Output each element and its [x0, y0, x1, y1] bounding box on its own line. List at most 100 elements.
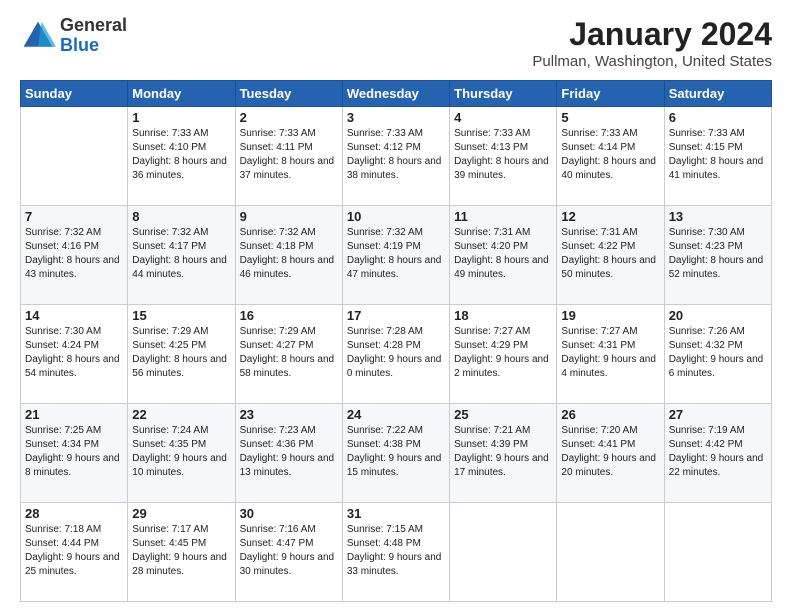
table-row: 31 Sunrise: 7:15 AMSunset: 4:48 PMDayligh… — [342, 503, 449, 602]
day-number: 3 — [347, 110, 445, 125]
logo-text: General Blue — [60, 16, 127, 56]
table-row: 9 Sunrise: 7:32 AMSunset: 4:18 PMDaylight… — [235, 206, 342, 305]
day-number: 28 — [25, 506, 123, 521]
day-number: 24 — [347, 407, 445, 422]
day-number: 9 — [240, 209, 338, 224]
col-sunday: Sunday — [21, 81, 128, 107]
calendar-week-row: 21 Sunrise: 7:25 AMSunset: 4:34 PMDayligh… — [21, 404, 772, 503]
col-saturday: Saturday — [664, 81, 771, 107]
title-area: January 2024 Pullman, Washington, United… — [532, 16, 772, 70]
day-number: 19 — [561, 308, 659, 323]
table-row: 14 Sunrise: 7:30 AMSunset: 4:24 PMDayligh… — [21, 305, 128, 404]
calendar-week-row: 1Sunrise: 7:33 AMSunset: 4:10 PMDaylight… — [21, 107, 772, 206]
table-row: 16 Sunrise: 7:29 AMSunset: 4:27 PMDayligh… — [235, 305, 342, 404]
day-number: 27 — [669, 407, 767, 422]
col-friday: Friday — [557, 81, 664, 107]
day-number: 11 — [454, 209, 552, 224]
table-row: 21 Sunrise: 7:25 AMSunset: 4:34 PMDayligh… — [21, 404, 128, 503]
table-row: 26Sunrise: 7:20 AMSunset: 4:41 PMDayligh… — [557, 404, 664, 503]
cell-info: Sunrise: 7:33 AMSunset: 4:14 PMDaylight:… — [561, 127, 659, 183]
table-row: 7 Sunrise: 7:32 AMSunset: 4:16 PMDaylight… — [21, 206, 128, 305]
table-row: 17Sunrise: 7:28 AMSunset: 4:28 PMDayligh… — [342, 305, 449, 404]
day-number: 21 — [25, 407, 123, 422]
table-row: 11 Sunrise: 7:31 AMSunset: 4:20 PMDayligh… — [450, 206, 557, 305]
day-number: 29 — [132, 506, 230, 521]
cell-info: Sunrise: 7:32 AMSunset: 4:17 PMDaylight:… — [132, 226, 230, 282]
cell-info: Sunrise: 7:31 AMSunset: 4:20 PMDaylight:… — [454, 226, 552, 282]
day-number: 30 — [240, 506, 338, 521]
cell-info: Sunrise: 7:30 AMSunset: 4:24 PMDaylight:… — [25, 325, 123, 381]
header: General Blue January 2024 Pullman, Washi… — [20, 16, 772, 70]
month-title: January 2024 — [532, 16, 772, 53]
table-row: 20 Sunrise: 7:26 AMSunset: 4:32 PMDayligh… — [664, 305, 771, 404]
cell-info: Sunrise: 7:29 AMSunset: 4:25 PMDaylight:… — [132, 325, 230, 381]
table-row — [664, 503, 771, 602]
day-number: 4 — [454, 110, 552, 125]
day-number: 22 — [132, 407, 230, 422]
table-row: 12 Sunrise: 7:31 AMSunset: 4:22 PMDayligh… — [557, 206, 664, 305]
calendar-table: Sunday Monday Tuesday Wednesday Thursday… — [20, 80, 772, 602]
cell-info: Sunrise: 7:32 AMSunset: 4:18 PMDaylight:… — [240, 226, 338, 282]
table-row: 23Sunrise: 7:23 AMSunset: 4:36 PMDayligh… — [235, 404, 342, 503]
day-number: 7 — [25, 209, 123, 224]
table-row: 1Sunrise: 7:33 AMSunset: 4:10 PMDaylight… — [128, 107, 235, 206]
cell-info: Sunrise: 7:33 AMSunset: 4:13 PMDaylight:… — [454, 127, 552, 183]
table-row: 25 Sunrise: 7:21 AMSunset: 4:39 PMDayligh… — [450, 404, 557, 503]
table-row: 4 Sunrise: 7:33 AMSunset: 4:13 PMDaylight… — [450, 107, 557, 206]
cell-info: Sunrise: 7:21 AMSunset: 4:39 PMDaylight:… — [454, 424, 552, 480]
day-number: 8 — [132, 209, 230, 224]
day-number: 1 — [132, 110, 230, 125]
table-row: 13 Sunrise: 7:30 AMSunset: 4:23 PMDayligh… — [664, 206, 771, 305]
table-row: 29 Sunrise: 7:17 AMSunset: 4:45 PMDayligh… — [128, 503, 235, 602]
calendar-week-row: 28 Sunrise: 7:18 AMSunset: 4:44 PMDayligh… — [21, 503, 772, 602]
location: Pullman, Washington, United States — [532, 53, 772, 70]
cell-info: Sunrise: 7:32 AMSunset: 4:16 PMDaylight:… — [25, 226, 123, 282]
cell-info: Sunrise: 7:25 AMSunset: 4:34 PMDaylight:… — [25, 424, 123, 480]
table-row: 24 Sunrise: 7:22 AMSunset: 4:38 PMDayligh… — [342, 404, 449, 503]
day-number: 12 — [561, 209, 659, 224]
cell-info: Sunrise: 7:27 AMSunset: 4:31 PMDaylight:… — [561, 325, 659, 381]
col-wednesday: Wednesday — [342, 81, 449, 107]
cell-info: Sunrise: 7:17 AMSunset: 4:45 PMDaylight:… — [132, 523, 230, 579]
day-number: 15 — [132, 308, 230, 323]
cell-info: Sunrise: 7:29 AMSunset: 4:27 PMDaylight:… — [240, 325, 338, 381]
day-number: 25 — [454, 407, 552, 422]
table-row: 18Sunrise: 7:27 AMSunset: 4:29 PMDayligh… — [450, 305, 557, 404]
table-row: 22 Sunrise: 7:24 AMSunset: 4:35 PMDayligh… — [128, 404, 235, 503]
cell-info: Sunrise: 7:22 AMSunset: 4:38 PMDaylight:… — [347, 424, 445, 480]
day-number: 31 — [347, 506, 445, 521]
table-row — [21, 107, 128, 206]
logo-general: General — [60, 16, 127, 36]
cell-info: Sunrise: 7:30 AMSunset: 4:23 PMDaylight:… — [669, 226, 767, 282]
day-number: 18 — [454, 308, 552, 323]
day-number: 16 — [240, 308, 338, 323]
logo-icon — [20, 18, 56, 54]
table-row: 27 Sunrise: 7:19 AMSunset: 4:42 PMDayligh… — [664, 404, 771, 503]
table-row — [557, 503, 664, 602]
day-number: 10 — [347, 209, 445, 224]
table-row: 2Sunrise: 7:33 AMSunset: 4:11 PMDaylight… — [235, 107, 342, 206]
table-row: 15 Sunrise: 7:29 AMSunset: 4:25 PMDayligh… — [128, 305, 235, 404]
day-number: 20 — [669, 308, 767, 323]
col-thursday: Thursday — [450, 81, 557, 107]
cell-info: Sunrise: 7:15 AMSunset: 4:48 PMDaylight:… — [347, 523, 445, 579]
calendar-week-row: 14 Sunrise: 7:30 AMSunset: 4:24 PMDayligh… — [21, 305, 772, 404]
cell-info: Sunrise: 7:18 AMSunset: 4:44 PMDaylight:… — [25, 523, 123, 579]
cell-info: Sunrise: 7:26 AMSunset: 4:32 PMDaylight:… — [669, 325, 767, 381]
table-row: 28 Sunrise: 7:18 AMSunset: 4:44 PMDayligh… — [21, 503, 128, 602]
day-number: 5 — [561, 110, 659, 125]
day-number: 13 — [669, 209, 767, 224]
cell-info: Sunrise: 7:19 AMSunset: 4:42 PMDaylight:… — [669, 424, 767, 480]
day-number: 6 — [669, 110, 767, 125]
logo-blue: Blue — [60, 36, 127, 56]
table-row: 10Sunrise: 7:32 AMSunset: 4:19 PMDayligh… — [342, 206, 449, 305]
cell-info: Sunrise: 7:33 AMSunset: 4:11 PMDaylight:… — [240, 127, 338, 183]
cell-info: Sunrise: 7:24 AMSunset: 4:35 PMDaylight:… — [132, 424, 230, 480]
table-row: 5 Sunrise: 7:33 AMSunset: 4:14 PMDaylight… — [557, 107, 664, 206]
col-tuesday: Tuesday — [235, 81, 342, 107]
table-row — [450, 503, 557, 602]
day-number: 14 — [25, 308, 123, 323]
table-row: 3Sunrise: 7:33 AMSunset: 4:12 PMDaylight… — [342, 107, 449, 206]
calendar-header-row: Sunday Monday Tuesday Wednesday Thursday… — [21, 81, 772, 107]
cell-info: Sunrise: 7:31 AMSunset: 4:22 PMDaylight:… — [561, 226, 659, 282]
